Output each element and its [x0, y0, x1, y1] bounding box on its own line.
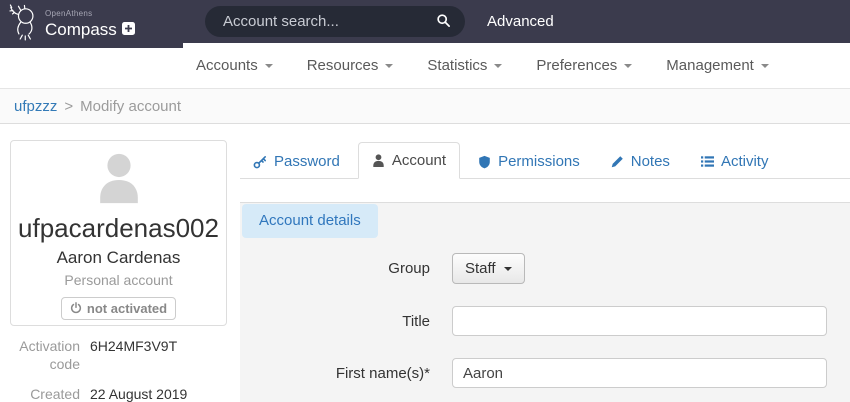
activation-code-value: 6H24MF3V9T [90, 338, 177, 373]
created-date-value: 22 August 2019 [90, 386, 187, 402]
chevron-down-icon [494, 64, 502, 68]
tab-permissions-label: Permissions [498, 153, 580, 170]
breadcrumb: ufpzzz > Modify account [0, 89, 850, 124]
chevron-down-icon [504, 267, 512, 271]
pencil-icon [611, 155, 624, 168]
power-icon [70, 302, 82, 314]
search-input[interactable] [205, 13, 432, 30]
brand-text: OpenAthens Compass [45, 10, 135, 38]
brand-suptitle: OpenAthens [45, 10, 135, 18]
breadcrumb-current: Modify account [80, 98, 181, 115]
chevron-down-icon [265, 64, 273, 68]
group-label: Group [240, 260, 430, 277]
nav-resources-label: Resources [307, 57, 379, 74]
nav-preferences-label: Preferences [536, 57, 617, 74]
modify-account-page: Advanced OpenAthens Compass [0, 0, 850, 402]
account-fullname: Aaron Cardenas [11, 248, 226, 268]
search-icon [436, 13, 451, 31]
tab-notes[interactable]: Notes [598, 145, 683, 178]
nav-accounts-label: Accounts [196, 57, 258, 74]
form-row-group: Group Staff [240, 253, 827, 284]
nav-preferences[interactable]: Preferences [536, 57, 632, 74]
tab-activity-label: Activity [721, 153, 769, 170]
status-badge-label: not activated [87, 301, 167, 316]
advanced-search-link[interactable]: Advanced [487, 0, 554, 43]
first-name-input[interactable] [452, 358, 827, 388]
shield-icon [478, 155, 491, 169]
openathens-owl-icon [7, 2, 41, 47]
account-details-panel: Account details Group Staff Title First … [240, 202, 850, 402]
nav-management-label: Management [666, 57, 754, 74]
account-tabs: Password Account Permissions [240, 141, 850, 179]
title-input[interactable] [452, 306, 827, 336]
profile-card: ufpacardenas002 Aaron Cardenas Personal … [10, 140, 227, 326]
account-type: Personal account [11, 272, 226, 288]
account-meta: Activation code 6H24MF3V9T Created 22 Au… [10, 338, 227, 402]
tab-permissions[interactable]: Permissions [465, 145, 593, 178]
chevron-down-icon [385, 64, 393, 68]
brand-title: Compass [45, 21, 117, 38]
account-username: ufpacardenas002 [11, 214, 226, 243]
form-row-title: Title [240, 306, 827, 336]
status-badge: not activated [61, 297, 176, 320]
tab-password[interactable]: Password [240, 145, 353, 178]
account-search-box[interactable] [205, 6, 465, 37]
group-select-value: Staff [465, 260, 496, 277]
meta-row-created: Created 22 August 2019 [10, 386, 227, 402]
tab-password-label: Password [274, 153, 340, 170]
breadcrumb-separator: > [64, 98, 73, 115]
tab-account[interactable]: Account [358, 142, 460, 179]
meta-row-activation-code: Activation code 6H24MF3V9T [10, 338, 227, 373]
nav-management[interactable]: Management [666, 57, 769, 74]
meta-label: Created [10, 386, 80, 402]
tab-notes-label: Notes [631, 153, 670, 170]
meta-label: Activation code [10, 338, 80, 373]
first-name-label: First name(s)* [240, 365, 430, 382]
group-select[interactable]: Staff [452, 253, 525, 284]
form-row-first-name: First name(s)* [240, 358, 827, 388]
nav-resources[interactable]: Resources [307, 57, 394, 74]
key-icon [253, 155, 267, 169]
tab-activity[interactable]: Activity [688, 145, 782, 178]
main-nav: Accounts Resources Statistics Preference… [0, 43, 850, 89]
section-tab-account-details[interactable]: Account details [242, 204, 378, 238]
tab-account-label: Account [392, 152, 446, 169]
search-button[interactable] [432, 13, 465, 31]
plus-badge-icon [122, 21, 135, 38]
nav-accounts[interactable]: Accounts [196, 57, 273, 74]
nav-statistics[interactable]: Statistics [427, 57, 502, 74]
list-icon [701, 155, 714, 168]
nav-statistics-label: Statistics [427, 57, 487, 74]
chevron-down-icon [761, 64, 769, 68]
title-label: Title [240, 313, 430, 330]
chevron-down-icon [624, 64, 632, 68]
user-icon [372, 154, 385, 167]
brand-block[interactable]: OpenAthens Compass [0, 0, 183, 48]
avatar [11, 151, 226, 212]
breadcrumb-org-link[interactable]: ufpzzz [14, 98, 57, 115]
